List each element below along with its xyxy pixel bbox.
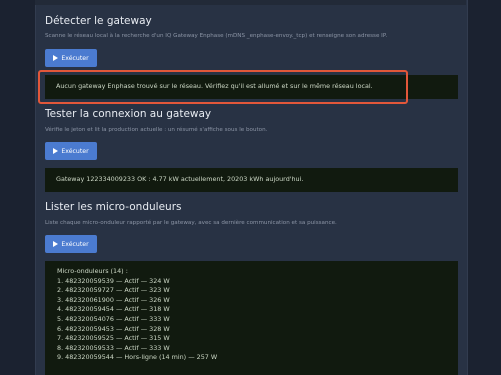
output-line: 1. 482320059539 — Actif — 324 W [57, 276, 170, 285]
test-connection-run-label: Exécuter [61, 147, 89, 155]
test-connection-output-text: Gateway 122334009233 OK : 4.77 kW actuel… [56, 175, 304, 184]
output-line: 5. 482320054076 — Actif — 333 W [57, 314, 170, 323]
output-header: Micro-onduleurs (14) : [57, 267, 128, 275]
output-line: 3. 482320061900 — Actif — 326 W [57, 295, 170, 304]
page: Détecter le gateway Scanne le réseau loc… [0, 0, 501, 375]
output-line: 9. 482320059544 — Hors-ligne (14 min) — … [57, 353, 218, 362]
detect-gateway-run-button[interactable]: Exécuter [45, 49, 97, 67]
output-line: 4. 482320059454 — Actif — 318 W [57, 305, 170, 314]
play-icon [53, 55, 59, 61]
detect-gateway-run-label: Exécuter [61, 54, 89, 62]
list-microinverters-output: Micro-onduleurs (14) : 1. 482320059539 —… [45, 261, 458, 375]
list-microinverters-run-label: Exécuter [61, 240, 89, 248]
test-connection-output: Gateway 122334009233 OK : 4.77 kW actuel… [45, 168, 458, 192]
test-connection-description: Vérifie le jeton et lit la production ac… [45, 127, 268, 133]
output-line: 6. 482320059453 — Actif — 328 W [57, 324, 170, 333]
output-line: 7. 482320059525 — Actif — 315 W [57, 334, 170, 343]
detect-gateway-description: Scanne le réseau local à la recherche d'… [45, 33, 388, 39]
panel-top-edge [35, 0, 466, 5]
list-microinverters-description: Liste chaque micro-onduleur rapporté par… [45, 220, 337, 226]
list-microinverters-run-button[interactable]: Exécuter [45, 235, 97, 253]
test-connection-title: Tester la connexion au gateway [45, 108, 212, 120]
detect-gateway-title: Détecter le gateway [45, 15, 152, 27]
output-line: 8. 482320059533 — Actif — 333 W [57, 343, 170, 352]
list-microinverters-title: Lister les micro-onduleurs [45, 201, 182, 213]
play-icon [53, 148, 59, 154]
output-line: 2. 482320059727 — Actif — 323 W [57, 286, 170, 295]
test-connection-run-button[interactable]: Exécuter [45, 142, 97, 160]
play-icon [53, 241, 59, 247]
highlight-box [38, 70, 408, 104]
